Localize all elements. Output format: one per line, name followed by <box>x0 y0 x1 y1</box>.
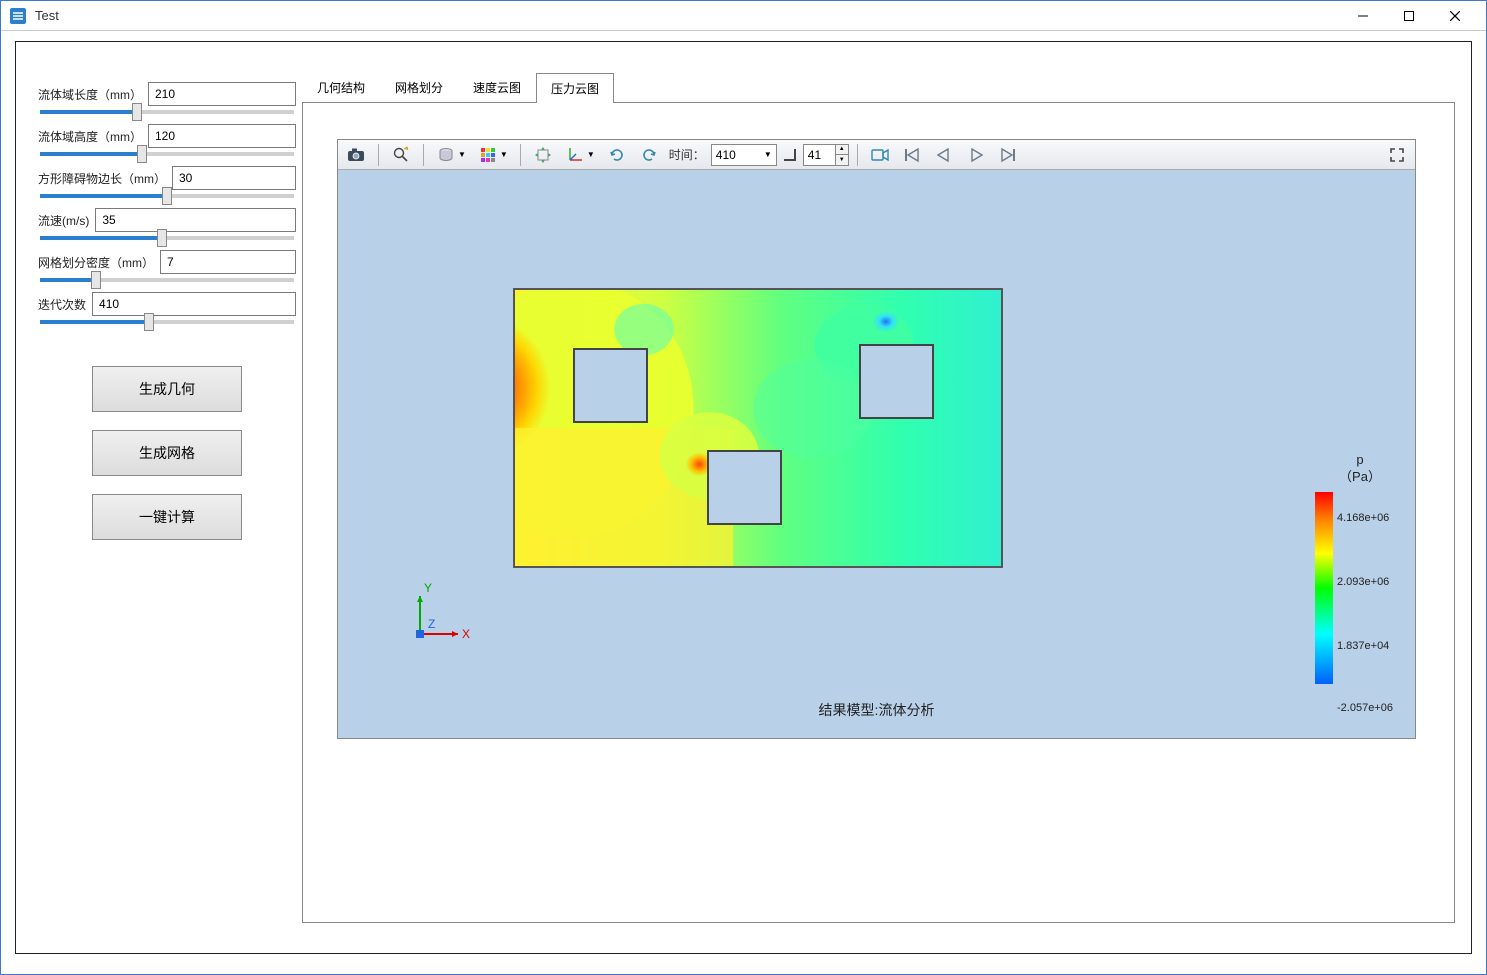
tab-1[interactable]: 网格划分 <box>380 72 458 102</box>
step-end-icon[interactable] <box>781 142 799 168</box>
rotate-ccw-icon[interactable] <box>603 142 631 168</box>
tab-3[interactable]: 压力云图 <box>536 73 614 103</box>
step-back-icon[interactable] <box>930 142 958 168</box>
viz-toolbar: ▼ ▼ ▼ 时间： 410 ▼ <box>338 140 1415 170</box>
skip-last-icon[interactable] <box>994 142 1022 168</box>
param-input-5[interactable] <box>92 292 296 316</box>
param-input-2[interactable] <box>172 166 296 190</box>
param-slider-3[interactable] <box>38 236 296 240</box>
colorbar: p（Pa） 4.168e+06 2.093e+06 1.837e+04 -2.0… <box>1315 452 1405 684</box>
param-input-4[interactable] <box>160 250 296 274</box>
param-slider-5[interactable] <box>38 320 296 324</box>
maximize-button[interactable] <box>1386 1 1432 31</box>
param-input-3[interactable] <box>95 208 296 232</box>
param-label-3: 流速(m/s) <box>38 212 89 229</box>
axis-y-label: Y <box>424 581 432 595</box>
spin-up-icon[interactable]: ▲ <box>835 144 849 155</box>
content-area: 流体域长度（mm） 流体域高度（mm） 方形障碍物边长（mm） 流速(m/s) … <box>1 31 1486 974</box>
time-label: 时间： <box>669 146 705 163</box>
app-icon <box>9 7 27 25</box>
generate-mesh-button[interactable]: 生成网格 <box>92 430 242 476</box>
colorbar-label-2: 1.837e+04 <box>1337 640 1389 652</box>
axes-icon[interactable] <box>561 142 589 168</box>
time-value: 410 <box>716 148 736 162</box>
fullscreen-icon[interactable] <box>1383 142 1411 168</box>
param-label-2: 方形障碍物边长（mm） <box>38 170 166 187</box>
colorbar-gradient <box>1315 492 1333 684</box>
slider-thumb-5[interactable] <box>144 313 154 331</box>
record-icon[interactable] <box>866 142 894 168</box>
main-panel: 几何结构网格划分速度云图压力云图 ▼ ▼ <box>302 72 1455 923</box>
colorbar-label-min: -2.057e+06 <box>1337 702 1393 714</box>
compute-button[interactable]: 一键计算 <box>92 494 242 540</box>
tab-2[interactable]: 速度云图 <box>458 72 536 102</box>
slider-thumb-3[interactable] <box>157 229 167 247</box>
param-label-5: 迭代次数 <box>38 296 86 313</box>
colorbar-title: p（Pa） <box>1315 452 1405 486</box>
colormap-dropdown-arrow-icon[interactable]: ▼ <box>500 150 512 159</box>
simulation-domain <box>513 288 1003 568</box>
axis-indicator: X Y Z <box>406 578 486 648</box>
main-frame: 流体域长度（mm） 流体域高度（mm） 方形障碍物边长（mm） 流速(m/s) … <box>15 41 1472 954</box>
param-input-0[interactable] <box>148 82 296 106</box>
tab-bar: 几何结构网格划分速度云图压力云图 <box>302 72 1455 102</box>
generate-geometry-button[interactable]: 生成几何 <box>92 366 242 412</box>
tab-0[interactable]: 几何结构 <box>302 72 380 102</box>
colorbar-label-1: 2.093e+06 <box>1337 576 1389 588</box>
obstacle-2 <box>707 450 782 525</box>
frame-input[interactable] <box>803 144 835 166</box>
visualization-area: ▼ ▼ ▼ 时间： 410 ▼ <box>337 139 1416 739</box>
frame-spinner[interactable]: ▲▼ <box>803 144 849 166</box>
param-input-1[interactable] <box>148 124 296 148</box>
close-button[interactable] <box>1432 1 1478 31</box>
rotate-cw-icon[interactable] <box>635 142 663 168</box>
param-label-0: 流体域长度（mm） <box>38 86 142 103</box>
obstacle-1 <box>573 348 648 423</box>
param-slider-2[interactable] <box>38 194 296 198</box>
param-row-1: 流体域高度（mm） <box>38 124 296 148</box>
zoom-icon[interactable] <box>387 142 415 168</box>
title-bar: Test <box>1 1 1486 31</box>
param-label-4: 网格划分密度（mm） <box>38 254 154 271</box>
tab-content: ▼ ▼ ▼ 时间： 410 ▼ <box>302 102 1455 923</box>
result-caption: 结果模型:流体分析 <box>819 700 935 720</box>
chevron-down-icon[interactable]: ▼ <box>764 150 772 159</box>
axis-z-label: Z <box>428 617 435 631</box>
skip-first-icon[interactable] <box>898 142 926 168</box>
material-dropdown-arrow-icon[interactable]: ▼ <box>458 150 470 159</box>
slider-thumb-0[interactable] <box>132 103 142 121</box>
axes-dropdown-arrow-icon[interactable]: ▼ <box>587 150 599 159</box>
move-icon[interactable] <box>529 142 557 168</box>
camera-icon[interactable] <box>342 142 370 168</box>
colorbar-label-max: 4.168e+06 <box>1337 512 1389 524</box>
axis-x-label: X <box>462 627 470 641</box>
param-row-4: 网格划分密度（mm） <box>38 250 296 274</box>
sidebar: 流体域长度（mm） 流体域高度（mm） 方形障碍物边长（mm） 流速(m/s) … <box>32 72 302 923</box>
window-title: Test <box>35 8 59 23</box>
slider-thumb-1[interactable] <box>137 145 147 163</box>
spin-down-icon[interactable]: ▼ <box>835 154 849 166</box>
colormap-icon[interactable] <box>474 142 502 168</box>
param-slider-0[interactable] <box>38 110 296 114</box>
slider-thumb-4[interactable] <box>91 271 101 289</box>
time-combo[interactable]: 410 ▼ <box>711 144 777 166</box>
material-icon[interactable] <box>432 142 460 168</box>
obstacle-3 <box>859 344 934 419</box>
param-row-0: 流体域长度（mm） <box>38 82 296 106</box>
param-slider-1[interactable] <box>38 152 296 156</box>
play-icon[interactable] <box>962 142 990 168</box>
app-window: Test 流体域长度（mm） 流体域高度（mm） 方形障碍物边长（mm） 流速(… <box>0 0 1487 975</box>
param-slider-4[interactable] <box>38 278 296 282</box>
slider-thumb-2[interactable] <box>162 187 172 205</box>
minimize-button[interactable] <box>1340 1 1386 31</box>
param-label-1: 流体域高度（mm） <box>38 128 142 145</box>
param-row-3: 流速(m/s) <box>38 208 296 232</box>
param-row-5: 迭代次数 <box>38 292 296 316</box>
